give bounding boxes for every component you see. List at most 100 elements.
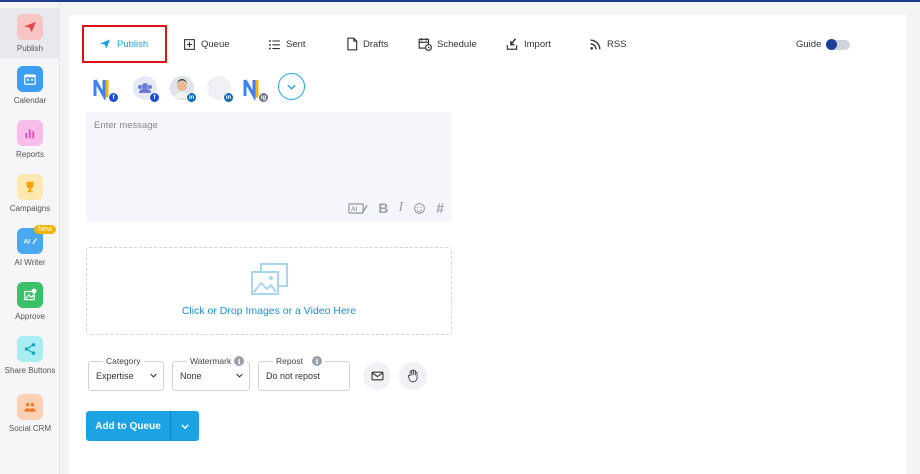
toggle-knob xyxy=(826,38,838,50)
message-input[interactable] xyxy=(86,112,452,196)
info-icon[interactable]: i xyxy=(234,356,245,366)
category-label: Category xyxy=(106,356,141,366)
add-to-queue-label: Add to Queue xyxy=(95,420,161,432)
italic-icon[interactable]: I xyxy=(399,200,404,216)
facebook-badge-icon: f xyxy=(149,92,160,103)
chevron-down-icon xyxy=(181,423,189,429)
expand-accounts-button[interactable] xyxy=(278,73,305,100)
sidebar-item-calendar[interactable]: Calendar xyxy=(0,66,60,110)
category-select[interactable]: Category Expertise xyxy=(88,356,164,391)
tab-label: Sent xyxy=(286,38,306,50)
linkedin-badge-icon: in xyxy=(223,92,234,103)
watermark-legend: Watermark i xyxy=(187,356,248,366)
sidebar-item-label: AI Writer xyxy=(14,258,46,267)
account-avatar-facebook-page[interactable]: f xyxy=(92,76,119,103)
plus-square-icon xyxy=(184,38,195,50)
add-to-queue-dropdown[interactable] xyxy=(171,423,199,429)
images-upload-icon xyxy=(251,263,288,295)
instagram-badge-icon: ig xyxy=(258,92,269,103)
chevron-down-icon xyxy=(236,373,243,378)
repost-label: Repost xyxy=(276,356,303,366)
facebook-badge-icon: f xyxy=(108,92,119,103)
drag-hand-button[interactable] xyxy=(399,362,427,390)
emoji-icon[interactable] xyxy=(413,202,426,215)
sidebar-item-publish[interactable]: Publish xyxy=(0,8,60,58)
add-to-queue-button[interactable]: Add to Queue xyxy=(86,411,199,441)
repost-legend: Repost i xyxy=(273,356,325,366)
tab-label: Schedule xyxy=(437,38,477,50)
bold-icon[interactable]: B xyxy=(378,200,388,216)
tab-label: Drafts xyxy=(363,38,389,50)
account-avatar-facebook-group[interactable]: f xyxy=(133,76,160,103)
repost-value: Do not repost xyxy=(266,371,321,381)
message-toolbar: AI B I # xyxy=(348,200,444,216)
tab-rss[interactable]: RSS xyxy=(589,25,627,63)
share-icon xyxy=(17,336,43,362)
email-button[interactable] xyxy=(363,362,391,390)
sidebar-item-ai-writer[interactable]: AI New AI Writer xyxy=(0,225,60,274)
sidebar-item-social-crm[interactable]: Social CRM xyxy=(0,394,60,438)
sidebar: Publish Calendar Reports Campaigns AI Ne… xyxy=(0,2,60,474)
bar-chart-icon xyxy=(17,120,43,146)
account-avatar-linkedin-profile[interactable]: in xyxy=(170,76,197,103)
envelope-icon xyxy=(371,371,383,381)
tab-schedule[interactable]: Schedule xyxy=(418,25,477,63)
svg-text:AI: AI xyxy=(24,238,31,245)
account-avatar-linkedin-page[interactable]: in xyxy=(207,76,234,103)
new-badge: New xyxy=(34,225,57,234)
guide-label: Guide xyxy=(796,39,822,50)
account-avatar-instagram[interactable]: ig xyxy=(242,76,269,103)
sidebar-item-label: Share Buttons xyxy=(4,366,56,375)
tab-label: Import xyxy=(524,38,551,50)
tab-publish[interactable]: Publish xyxy=(82,25,167,63)
dropzone-text: Click or Drop Images or a Video Here xyxy=(181,305,357,317)
tab-label: Queue xyxy=(201,38,230,50)
sidebar-item-approve[interactable]: Approve xyxy=(0,282,60,326)
tab-queue[interactable]: Queue xyxy=(183,25,230,63)
sidebar-item-reports[interactable]: Reports xyxy=(0,120,60,164)
tab-label: Publish xyxy=(117,38,149,50)
watermark-select[interactable]: Watermark i None xyxy=(172,356,250,391)
chevron-down-icon xyxy=(287,84,296,90)
calendar-icon xyxy=(17,66,43,92)
sidebar-item-label: Approve xyxy=(15,312,45,321)
sidebar-item-label: Calendar xyxy=(13,96,47,105)
image-check-icon xyxy=(17,282,43,308)
media-dropzone[interactable]: Click or Drop Images or a Video Here xyxy=(86,247,452,335)
message-composer: AI B I # xyxy=(86,112,452,222)
sidebar-item-label: Reports xyxy=(15,150,44,159)
watermark-value: None xyxy=(180,371,202,381)
paper-plane-icon xyxy=(17,14,43,40)
category-legend: Category xyxy=(103,356,144,366)
publish-card: Publish Queue Sent Drafts Schedule Impor… xyxy=(69,15,906,474)
info-icon[interactable]: i xyxy=(311,356,322,366)
tab-drafts[interactable]: Drafts xyxy=(346,25,388,63)
linkedin-badge-icon: in xyxy=(186,92,197,103)
main-area: Publish Queue Sent Drafts Schedule Impor… xyxy=(61,2,920,474)
people-icon xyxy=(17,394,43,420)
import-icon xyxy=(506,38,518,50)
document-icon xyxy=(347,37,358,51)
sidebar-item-label: Social CRM xyxy=(8,424,52,433)
sidebar-item-label: Publish xyxy=(16,44,44,53)
rss-icon xyxy=(590,38,601,50)
paper-plane-icon xyxy=(100,39,110,49)
svg-text:AI: AI xyxy=(351,206,358,213)
watermark-label: Watermark xyxy=(190,356,232,366)
list-icon xyxy=(269,39,280,49)
hand-icon xyxy=(407,369,418,383)
trophy-icon xyxy=(17,174,43,200)
page-scrollbar[interactable] xyxy=(910,2,920,474)
sidebar-item-share-buttons[interactable]: Share Buttons xyxy=(0,336,60,380)
hashtag-icon[interactable]: # xyxy=(436,200,444,216)
sidebar-item-campaigns[interactable]: Campaigns xyxy=(0,174,60,218)
repost-select[interactable]: Repost i Do not repost xyxy=(258,356,350,391)
category-value: Expertise xyxy=(96,371,134,381)
guide-toggle[interactable] xyxy=(826,38,851,50)
tab-sent[interactable]: Sent xyxy=(268,25,306,63)
guide-toggle-group: Guide xyxy=(796,38,851,50)
calendar-clock-icon xyxy=(418,38,432,51)
ai-assist-icon[interactable]: AI xyxy=(348,202,369,215)
chevron-down-icon xyxy=(150,373,157,378)
tab-import[interactable]: Import xyxy=(505,25,551,63)
